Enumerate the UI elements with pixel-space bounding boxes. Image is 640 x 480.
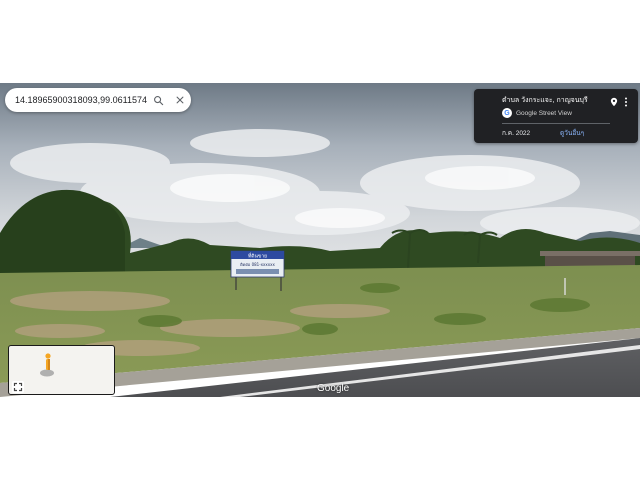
info-card: ตำบล วังกระแจะ, กาญจนบุรี G Google Stree… [474,89,638,143]
expand-icon [12,381,24,393]
billboard-line2: ติดต่อ 081-xxxxxx [240,262,276,267]
close-icon [176,96,184,104]
billboard-line1: ที่ดินขาย [248,253,267,260]
close-button[interactable] [169,88,191,112]
google-wordmark: Google [317,383,350,394]
see-more-dates-link[interactable]: ดูวันอื่นๆ [560,128,584,138]
pegman-icon [40,353,54,377]
more-options-button[interactable] [622,95,630,107]
map-pin-icon [610,97,618,107]
search-input[interactable] [5,88,147,112]
card-divider [502,123,610,124]
source-label: Google Street View [516,109,572,117]
search-box [5,88,191,112]
google-logo-icon: G [502,108,512,118]
minimap[interactable] [8,345,115,395]
search-button[interactable] [147,88,169,112]
source-row: G Google Street View [502,108,572,118]
search-icon [153,95,163,105]
more-vert-icon [625,97,627,107]
shed-roof [540,251,640,256]
place-title: ตำบล วังกระแจะ, กาญจนบุรี [502,97,588,104]
map-pin-button[interactable] [609,95,619,107]
billboard-photo [236,269,279,274]
expand-map-button[interactable] [12,380,24,393]
capture-date: ก.ค. 2022 [502,130,531,137]
